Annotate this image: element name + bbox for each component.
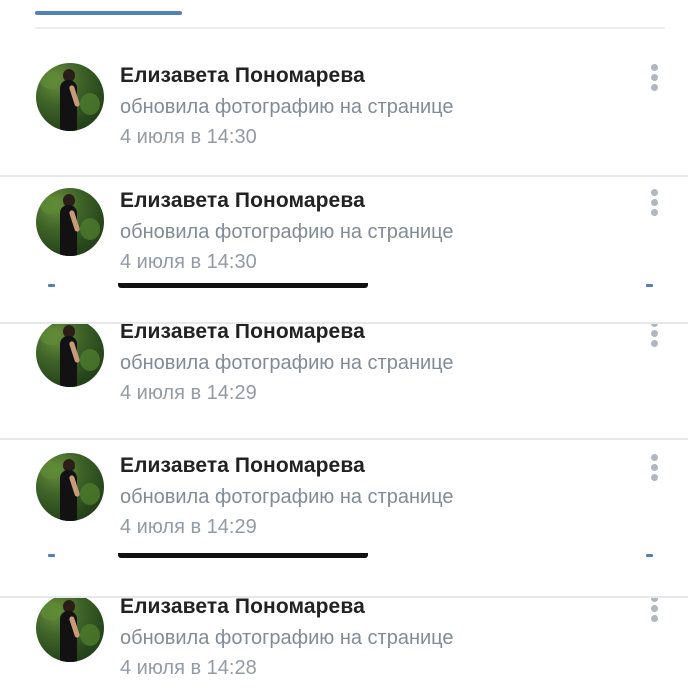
- notification-action: обновила фотографию на странице: [120, 96, 454, 118]
- user-name-link[interactable]: Елизавета Пономарева: [120, 454, 365, 478]
- avatar-photo[interactable]: [36, 598, 104, 662]
- user-name-link[interactable]: Елизавета Пономарева: [120, 64, 365, 88]
- user-name-link[interactable]: Елизавета Пономарева: [120, 598, 365, 619]
- notification-row[interactable]: Елизавета Пономарева обновила фотографию…: [0, 179, 700, 279]
- more-vertical-icon[interactable]: [648, 62, 662, 96]
- notification-time: 4 июля в 14:29: [120, 382, 257, 404]
- more-vertical-icon[interactable]: [648, 324, 662, 352]
- render-artifact: [0, 283, 700, 289]
- notification-action: обновила фотографию на странице: [120, 221, 454, 243]
- feed-strip-5: Елизавета Пономарева обновила фотографию…: [0, 598, 700, 700]
- avatar-photo[interactable]: [36, 453, 104, 521]
- notification-time: 4 июля в 14:29: [120, 516, 257, 538]
- notification-time: 4 июля в 14:30: [120, 126, 257, 148]
- user-name-link[interactable]: Елизавета Пономарева: [120, 189, 365, 213]
- notification-action: обновила фотографию на странице: [120, 627, 454, 649]
- feed-strip-3: Елизавета Пономарева обновила фотографию…: [0, 324, 700, 436]
- user-name-link[interactable]: Елизавета Пономарева: [120, 324, 365, 344]
- notification-row[interactable]: Елизавета Пономарева обновила фотографию…: [0, 324, 700, 410]
- more-vertical-icon[interactable]: [648, 452, 662, 486]
- notification-time: 4 июля в 14:28: [120, 657, 257, 679]
- render-artifact: [0, 553, 700, 559]
- tab-indicator: [35, 11, 182, 15]
- notification-action: обновила фотографию на странице: [120, 352, 454, 374]
- notification-time: 4 июля в 14:30: [120, 251, 257, 273]
- more-vertical-icon[interactable]: [648, 598, 662, 627]
- notification-row[interactable]: Елизавета Пономарева обновила фотографию…: [0, 598, 700, 685]
- notification-action: обновила фотографию на странице: [120, 486, 454, 508]
- notification-row[interactable]: Елизавета Пономарева обновила фотографию…: [0, 54, 700, 154]
- feed-strip-4: Елизавета Пономарева обновила фотографию…: [0, 440, 700, 552]
- feed-strip-2: Елизавета Пономарева обновила фотографию…: [0, 177, 700, 285]
- avatar-photo[interactable]: [36, 188, 104, 256]
- feed-strip-1: Елизавета Пономарева обновила фотографию…: [0, 30, 700, 176]
- tab-divider: [35, 27, 665, 29]
- more-vertical-icon[interactable]: [648, 187, 662, 221]
- avatar-photo[interactable]: [36, 63, 104, 131]
- notification-row[interactable]: Елизавета Пономарева обновила фотографию…: [0, 444, 700, 544]
- avatar-photo[interactable]: [36, 324, 104, 387]
